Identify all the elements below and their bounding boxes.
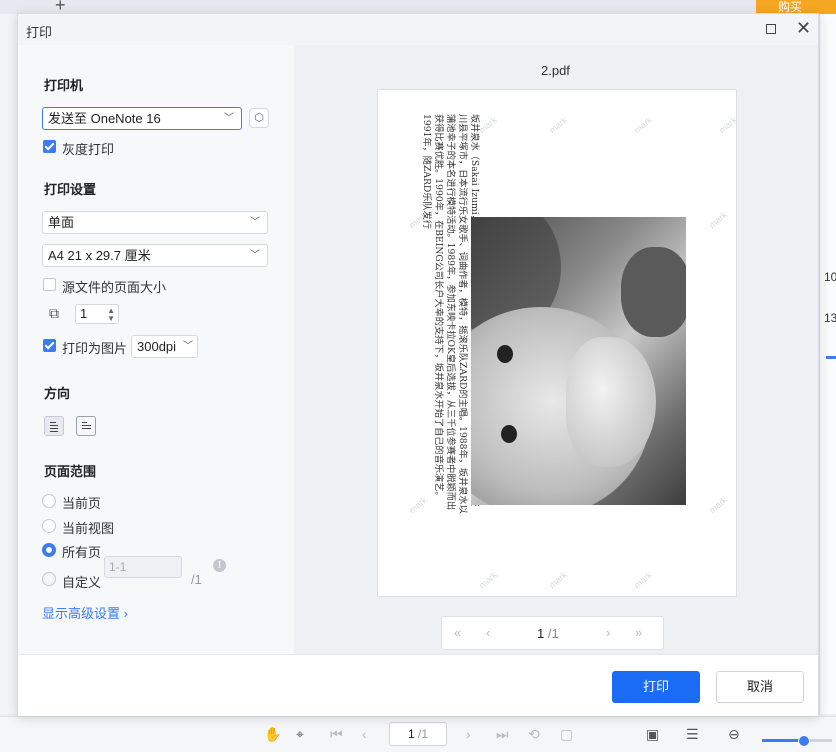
watermark: mark <box>707 494 729 516</box>
preview-panel: 2.pdf mark mark mark mark mark mark mark… <box>294 45 818 654</box>
right-value-2: 13 <box>824 311 836 325</box>
preview-page: mark mark mark mark mark mark mark mark … <box>377 89 737 597</box>
zoom-slider[interactable] <box>762 735 832 747</box>
close-icon[interactable]: ✕ <box>796 19 811 37</box>
watermark: mark <box>547 114 569 136</box>
next-page-icon[interactable]: › <box>466 726 471 742</box>
next-page-icon[interactable]: › <box>606 625 610 640</box>
bottom-page-indicator[interactable]: 1 /1 <box>389 722 447 746</box>
first-page-icon[interactable]: « <box>454 625 461 640</box>
paper-size-select[interactable]: A4 21 x 29.7 厘米 ﹀ <box>42 244 268 267</box>
source-page-size-checkbox[interactable] <box>43 278 56 291</box>
dialog-title: 打印 <box>26 25 53 40</box>
printer-properties-button[interactable]: ⬡ <box>249 108 269 128</box>
last-page-icon[interactable]: » <box>635 625 642 640</box>
landscape-orientation-button[interactable] <box>76 416 96 436</box>
right-value-1: 10 <box>824 270 836 284</box>
preview-page-indicator[interactable]: 1 /1 <box>537 626 559 641</box>
page-range-heading: 页面范围 <box>44 464 97 479</box>
select-tool-icon[interactable]: ⌖ <box>296 726 304 743</box>
print-dialog: 打印 ✕ 打印机 发送至 OneNote 16 ﹀ ⬡ 灰度打印 打印设置 单面 ﹀… <box>17 13 819 716</box>
copies-icon: ⧉ <box>49 305 59 321</box>
preview-file-name: 2.pdf <box>541 63 570 78</box>
settings-panel: 打印机 发送至 OneNote 16 ﹀ ⬡ 灰度打印 打印设置 单面 ﹀ A4 2… <box>18 45 294 654</box>
app-left-sidebar <box>0 14 17 714</box>
watermark: mark <box>632 114 654 136</box>
watermark: mark <box>477 114 499 136</box>
first-page-icon[interactable]: ⏮ <box>330 726 343 743</box>
portrait-orientation-button[interactable] <box>44 416 64 436</box>
chevron-down-icon: ﹀ <box>224 113 234 124</box>
zoom-out-icon[interactable]: ⊖ <box>728 726 740 743</box>
watermark: mark <box>547 569 569 591</box>
view-mode-icon[interactable]: ▣ <box>646 726 659 743</box>
watermark: mark <box>632 569 654 591</box>
radio-all-pages-label: 所有页 <box>62 545 102 560</box>
dpi-select[interactable]: 300dpi ﹀ <box>131 335 198 358</box>
radio-current-page-label: 当前页 <box>62 496 102 511</box>
last-page-icon[interactable]: ⏭ <box>496 726 509 743</box>
cancel-button[interactable]: 取消 <box>716 671 804 703</box>
app-bottom-toolbar: ✋ ⌖ ⏮ ‹ 1 /1 › ⏭ ⟲ ▢ ▣ ☰ ⊖ <box>0 716 836 752</box>
chevron-down-icon: ﹀ <box>183 341 193 352</box>
watermark: mark <box>707 209 729 231</box>
radio-current-view[interactable] <box>42 519 56 533</box>
radio-custom[interactable] <box>42 572 56 586</box>
copies-stepper[interactable]: 1 ▲ ▼ <box>75 304 119 324</box>
preview-pager: « ‹ 1 /1 › » <box>441 616 664 650</box>
orientation-heading: 方向 <box>44 386 71 401</box>
info-icon[interactable]: ! <box>213 559 226 572</box>
print-as-image-checkbox[interactable] <box>43 339 56 352</box>
grayscale-checkbox[interactable] <box>43 140 56 153</box>
watermark: mark <box>477 569 499 591</box>
prev-page-icon[interactable]: ‹ <box>486 625 490 640</box>
fit-icon[interactable]: ▢ <box>560 726 573 743</box>
radio-custom-label: 自定义 <box>62 575 102 590</box>
chevron-down-icon: ▼ <box>107 314 115 323</box>
printer-select[interactable]: 发送至 OneNote 16 ﹀ <box>42 107 242 130</box>
hand-tool-icon[interactable]: ✋ <box>264 726 281 743</box>
source-page-size-label: 源文件的页面大小 <box>62 280 167 295</box>
watermark: mark <box>717 114 737 136</box>
preview-photo <box>471 217 686 505</box>
printer-heading: 打印机 <box>44 78 84 93</box>
maximize-icon[interactable] <box>766 24 776 34</box>
app-tab-bar: + 购买 <box>0 0 836 16</box>
chevron-down-icon: ﹀ <box>250 250 260 261</box>
print-button[interactable]: 打印 <box>612 671 700 703</box>
custom-range-input[interactable]: 1-1 <box>104 556 182 578</box>
print-settings-heading: 打印设置 <box>44 182 97 197</box>
chevron-down-icon: ﹀ <box>250 217 260 228</box>
right-accent-bar <box>826 356 836 359</box>
prev-page-icon[interactable]: ‹ <box>362 726 367 742</box>
dialog-footer: 打印 取消 <box>18 654 818 716</box>
grayscale-label: 灰度打印 <box>62 142 115 157</box>
dialog-titlebar: 打印 ✕ <box>18 14 818 46</box>
sides-select[interactable]: 单面 ﹀ <box>42 211 268 234</box>
app-right-panel: 10 13 <box>819 14 836 714</box>
print-as-image-label: 打印为图片 <box>62 341 128 356</box>
rotate-icon[interactable]: ⟲ <box>528 726 540 743</box>
radio-current-view-label: 当前视图 <box>62 521 115 536</box>
custom-range-total: /1 <box>191 572 202 587</box>
advanced-settings-link[interactable]: 显示高级设置 › <box>42 603 128 622</box>
radio-current-page[interactable] <box>42 494 56 508</box>
radio-all-pages[interactable] <box>42 543 56 557</box>
layout-icon[interactable]: ☰ <box>686 726 699 743</box>
